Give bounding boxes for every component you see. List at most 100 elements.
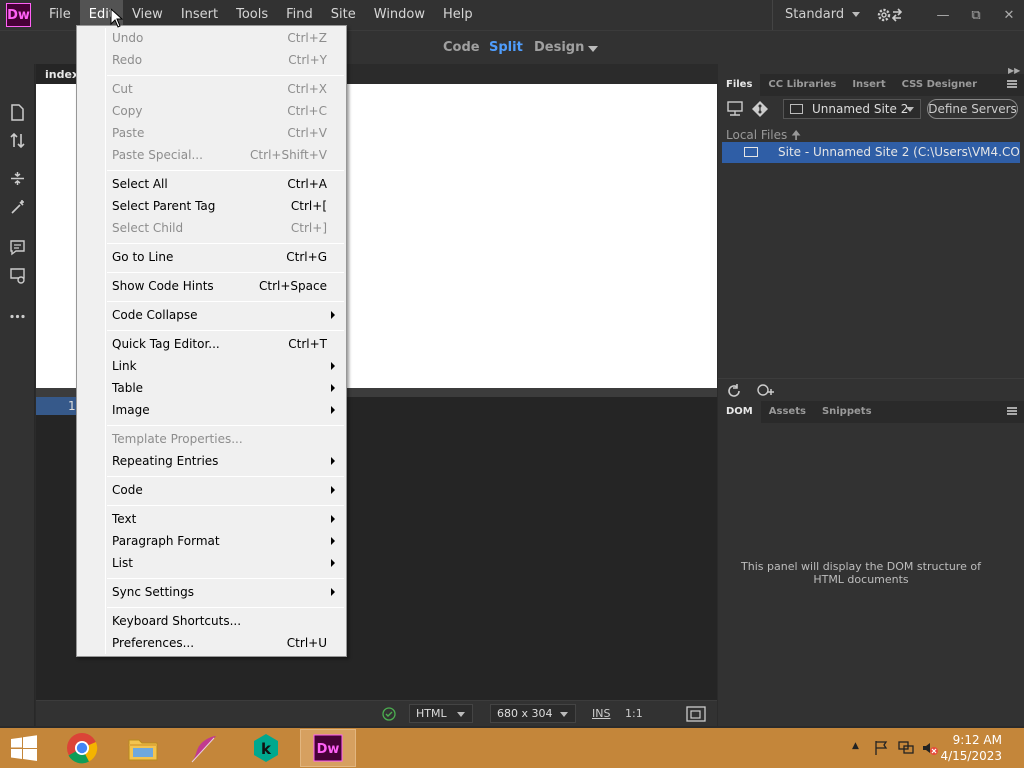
menu-item-label: Show Code Hints — [112, 279, 214, 293]
menu-item-link[interactable]: Link — [79, 355, 344, 377]
feather-app-icon[interactable] — [176, 729, 232, 767]
tab-cc-libraries[interactable]: CC Libraries — [760, 74, 844, 96]
sync-settings-icon[interactable] — [876, 6, 904, 24]
menu-item-label: Keyboard Shortcuts... — [112, 614, 242, 628]
wand-icon[interactable] — [9, 199, 26, 216]
document-type-select[interactable]: HTML — [409, 704, 473, 723]
menu-item-cut[interactable]: Cut Ctrl+X — [79, 78, 344, 100]
kaspersky-icon[interactable]: k — [238, 729, 294, 767]
menu-item-select-child[interactable]: Select Child Ctrl+] — [79, 217, 344, 239]
submenu-arrow-icon — [331, 457, 335, 465]
menu-item-sync-settings[interactable]: Sync Settings — [79, 581, 344, 603]
dreamweaver-icon[interactable]: Dw — [300, 729, 356, 767]
tab-assets[interactable]: Assets — [761, 401, 814, 423]
menu-item-label: Paste — [112, 126, 145, 140]
submenu-arrow-icon — [331, 559, 335, 567]
document-tab[interactable]: index. — [36, 64, 83, 84]
menu-separator — [107, 75, 344, 76]
menu-item-label: Quick Tag Editor... — [112, 337, 220, 351]
sync-icon[interactable] — [756, 382, 776, 400]
system-clock[interactable]: 9:12 AM 4/15/2023 — [940, 732, 1002, 764]
sort-arrows-icon[interactable] — [9, 132, 26, 149]
menu-item-paragraph-format[interactable]: Paragraph Format — [79, 530, 344, 552]
volume-muted-icon[interactable] — [921, 740, 939, 756]
menu-item-shortcut: Ctrl+Y — [288, 53, 327, 67]
menu-item-label: Select Child — [112, 221, 184, 235]
flag-icon[interactable] — [873, 740, 889, 756]
menu-item-text[interactable]: Text — [79, 508, 344, 530]
expand-icon[interactable] — [9, 170, 26, 187]
menu-item-redo[interactable]: Redo Ctrl+Y — [79, 49, 344, 71]
menu-help[interactable]: Help — [434, 0, 482, 30]
close-icon[interactable]: ✕ — [994, 0, 1024, 30]
menu-item-keyboard-shortcuts[interactable]: Keyboard Shortcuts... — [79, 610, 344, 632]
file-icon[interactable] — [9, 104, 26, 121]
insert-mode[interactable]: INS — [592, 707, 610, 720]
menu-item-select-parent-tag[interactable]: Select Parent Tag Ctrl+[ — [79, 195, 344, 217]
menu-item-show-code-hints[interactable]: Show Code Hints Ctrl+Space — [79, 275, 344, 297]
svg-text:Dw: Dw — [317, 742, 340, 757]
menu-item-image[interactable]: Image — [79, 399, 344, 421]
menu-separator — [107, 425, 344, 426]
tab-css-designer[interactable]: CSS Designer — [894, 74, 985, 96]
refresh-icon[interactable] — [726, 383, 742, 399]
chevron-down-icon — [852, 12, 861, 17]
menu-item-template-properties[interactable]: Template Properties... — [79, 428, 344, 450]
restore-icon[interactable]: ⧉ — [961, 0, 991, 30]
menu-item-repeating-entries[interactable]: Repeating Entries — [79, 450, 344, 472]
show-hidden-icons-icon[interactable]: ▲ — [852, 741, 859, 751]
files-panel-tabs: Files CC Libraries Insert CSS Designer — [718, 74, 1024, 96]
menu-item-list[interactable]: List — [79, 552, 344, 574]
site-select[interactable]: Unnamed Site 2 — [783, 99, 921, 119]
workspace-switcher[interactable]: Standard — [772, 0, 864, 30]
menu-item-copy[interactable]: Copy Ctrl+C — [79, 100, 344, 122]
menu-separator — [107, 272, 344, 273]
left-toolbar — [0, 64, 35, 726]
menu-item-label: Preferences... — [112, 636, 195, 650]
window-size-select[interactable]: 680 x 304 — [490, 704, 576, 723]
menu-item-preferences[interactable]: Preferences... Ctrl+U — [79, 632, 344, 654]
menu-item-table[interactable]: Table — [79, 377, 344, 399]
menu-item-paste[interactable]: Paste Ctrl+V — [79, 122, 344, 144]
start-button[interactable] — [0, 729, 48, 767]
menu-item-shortcut: Ctrl+Space — [259, 279, 327, 293]
menu-window[interactable]: Window — [365, 0, 434, 30]
split-view-button[interactable]: Split — [489, 40, 523, 55]
menu-separator — [107, 301, 344, 302]
menu-file[interactable]: File — [40, 0, 80, 30]
document-type-value: HTML — [416, 707, 447, 720]
connect-server-icon[interactable] — [726, 100, 744, 118]
menu-item-quick-tag-editor[interactable]: Quick Tag Editor... Ctrl+T — [79, 333, 344, 355]
menu-item-select-all[interactable]: Select All Ctrl+A — [79, 173, 344, 195]
site-root-row[interactable]: Site - Unnamed Site 2 (C:\Users\VM4.COLL… — [722, 142, 1020, 163]
panel-menu-icon[interactable] — [1007, 80, 1017, 88]
menu-item-go-to-line[interactable]: Go to Line Ctrl+G — [79, 246, 344, 268]
file-explorer-icon[interactable] — [115, 729, 171, 767]
more-icon[interactable] — [9, 308, 26, 325]
code-format-icon[interactable] — [9, 267, 26, 284]
tab-files[interactable]: Files — [718, 74, 761, 96]
menu-item-undo[interactable]: Undo Ctrl+Z — [79, 27, 344, 49]
panel-menu-icon[interactable] — [1007, 407, 1017, 415]
menu-item-code[interactable]: Code — [79, 479, 344, 501]
menu-item-paste-special[interactable]: Paste Special... Ctrl+Shift+V — [79, 144, 344, 166]
comment-icon[interactable] — [9, 239, 26, 256]
chrome-icon[interactable] — [54, 729, 110, 767]
design-view-button[interactable]: Design — [534, 40, 584, 55]
define-servers-button[interactable]: Define Servers — [927, 99, 1018, 119]
valid-check-icon — [382, 707, 396, 721]
tab-insert[interactable]: Insert — [844, 74, 893, 96]
minimize-icon[interactable]: — — [928, 0, 958, 30]
submenu-arrow-icon — [331, 515, 335, 523]
mouse-cursor-icon — [110, 8, 124, 28]
tab-snippets[interactable]: Snippets — [814, 401, 880, 423]
menu-item-code-collapse[interactable]: Code Collapse — [79, 304, 344, 326]
code-view-button[interactable]: Code — [443, 40, 480, 55]
network-icon[interactable] — [897, 740, 915, 756]
menu-separator — [107, 243, 344, 244]
chevron-down-icon[interactable] — [588, 46, 598, 52]
tab-dom[interactable]: DOM — [718, 401, 761, 423]
menu-item-label: Template Properties... — [112, 432, 243, 446]
git-icon[interactable] — [751, 100, 769, 118]
live-preview-icon[interactable] — [686, 706, 706, 722]
